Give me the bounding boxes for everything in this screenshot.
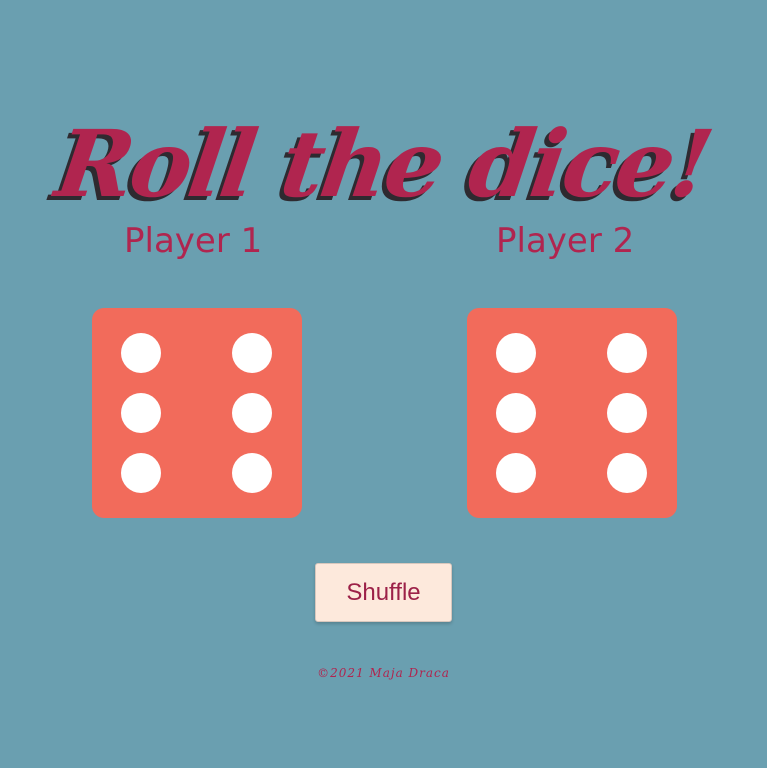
die-pip: [607, 333, 647, 373]
die-pip: [232, 393, 272, 433]
die-pip: [496, 333, 536, 373]
player-1-label: Player 1: [124, 221, 263, 261]
player-1-die: [92, 308, 302, 518]
die-pip: [121, 453, 161, 493]
die-pip: [121, 393, 161, 433]
player-2-die: [467, 308, 677, 518]
die-pip: [232, 453, 272, 493]
die-pip: [607, 393, 647, 433]
shuffle-button[interactable]: Shuffle: [315, 563, 452, 622]
die-pip: [496, 453, 536, 493]
die-pip: [607, 453, 647, 493]
die-pip: [121, 333, 161, 373]
footer-copyright: ©2021 Maja Draca: [317, 666, 450, 680]
player-2-label: Player 2: [496, 221, 635, 261]
die-pip: [232, 333, 272, 373]
die-pip: [496, 393, 536, 433]
page-title: Roll the dice!: [49, 109, 718, 218]
